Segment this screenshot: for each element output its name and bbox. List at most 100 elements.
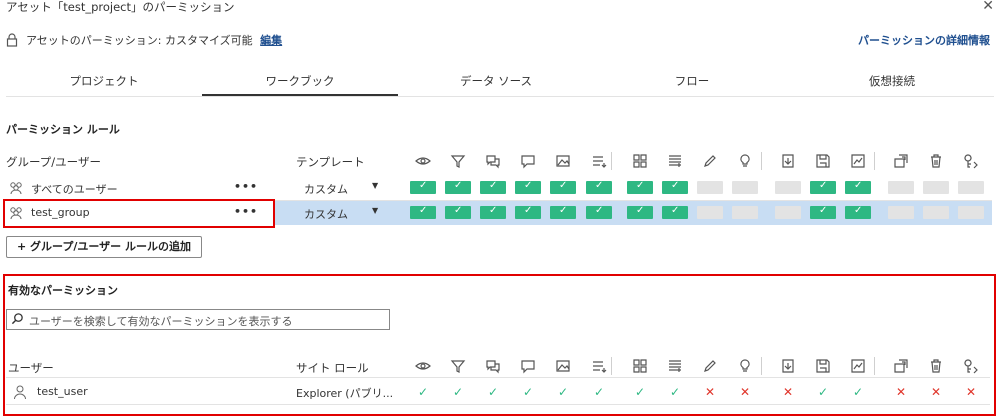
comments-icon [486,360,500,374]
view-icon [415,157,431,165]
column-separator [761,152,762,170]
more-icon[interactable]: ••• [234,180,258,193]
edit-link[interactable]: 編集 [260,34,282,47]
full-data-icon [633,154,647,168]
search-icon [11,313,23,325]
edit-pencil-icon [704,360,716,372]
check-icon: ✓ [487,385,499,399]
capability-unspecified-cell[interactable] [697,206,723,219]
rules-capability-header [0,152,1000,172]
set-permissions-icon [964,154,978,169]
capability-unspecified-cell[interactable] [958,206,984,219]
template-select-value[interactable]: カスタム [304,181,348,197]
capability-allowed-cell[interactable] [480,180,506,194]
capability-allowed-cell[interactable] [627,205,653,219]
capability-unspecified-cell[interactable] [775,206,801,219]
edit-pencil-icon [704,155,716,167]
capability-allowed-cell[interactable] [480,205,506,219]
cross-icon: ✕ [965,385,977,399]
cross-icon: ✕ [895,385,907,399]
check-icon: ✓ [452,385,464,399]
check-icon: ✓ [557,385,569,399]
tab-workbook[interactable]: ワークブック [202,62,398,96]
add-rule-button[interactable]: + グループ/ユーザー ルールの追加 [6,236,202,258]
capability-allowed-cell[interactable] [515,180,541,194]
template-select-value[interactable]: カスタム [304,206,348,222]
effective-site-role: Explorer (パブリ... [296,387,394,400]
delete-icon [931,359,941,373]
set-permissions-icon [964,359,978,374]
tab-project[interactable]: プロジェクト [6,62,202,94]
check-icon: ✓ [593,385,605,399]
save-icon [816,359,830,373]
capability-allowed-cell[interactable] [410,180,436,194]
save-icon [816,154,830,168]
tab-virtual-connection[interactable]: 仮想接続 [790,62,994,94]
permission-details-link[interactable]: パーミッションの詳細情報 [858,34,990,48]
capability-unspecified-cell[interactable] [697,181,723,194]
check-icon: ✓ [634,385,646,399]
user-icon [14,385,26,400]
capability-unspecified-cell[interactable] [923,181,949,194]
user-search-input[interactable]: ユーザーを検索して有効なパーミッションを表示する [6,309,390,330]
cross-icon: ✕ [704,385,716,399]
check-icon: ✓ [852,385,864,399]
capability-unspecified-cell[interactable] [775,181,801,194]
view-icon [415,362,431,370]
summary-data-icon [593,156,607,168]
chevron-down-icon[interactable]: ▼ [372,181,378,190]
explain-data-icon [740,359,750,372]
filter-icon [450,155,466,168]
full-data-icon [633,359,647,373]
delete-icon [931,154,941,168]
capability-unspecified-cell[interactable] [732,206,758,219]
dialog-title: アセット「test_project」のパーミッション [6,0,235,14]
column-separator [874,357,875,375]
permission-status-text: アセットのパーミッション: カスタマイズ可能 [26,34,253,47]
capability-allowed-cell[interactable] [515,205,541,219]
capability-unspecified-cell[interactable] [958,181,984,194]
download-icon [782,154,794,168]
column-separator [611,152,612,170]
effective-user-name: test_user [37,385,88,398]
capability-allowed-cell[interactable] [845,205,871,219]
capability-allowed-cell[interactable] [586,205,612,219]
capability-unspecified-cell[interactable] [888,181,914,194]
capability-allowed-cell[interactable] [550,180,576,194]
effective-capability-header [0,357,1000,377]
cross-icon: ✕ [930,385,942,399]
capability-allowed-cell[interactable] [662,180,688,194]
capability-allowed-cell[interactable] [810,205,836,219]
capability-allowed-cell[interactable] [845,180,871,194]
capability-unspecified-cell[interactable] [923,206,949,219]
capability-allowed-cell[interactable] [445,180,471,194]
filter-icon [450,360,466,373]
metrics-icon [851,359,865,373]
tab-datasource[interactable]: データ ソース [398,62,594,94]
rule-row-all-users[interactable]: すべてのユーザー ••• カスタム ▼ [4,176,992,200]
capability-allowed-cell[interactable] [586,180,612,194]
capability-allowed-cell[interactable] [410,205,436,219]
capability-allowed-cell[interactable] [627,180,653,194]
image-export-icon [556,155,570,167]
permission-status: アセットのパーミッション: カスタマイズ可能 編集 [26,34,282,48]
cross-icon: ✕ [782,385,794,399]
capability-allowed-cell[interactable] [662,205,688,219]
capability-allowed-cell[interactable] [550,205,576,219]
lock-icon [6,33,18,47]
move-icon [894,154,908,168]
capability-allowed-cell[interactable] [810,180,836,194]
chevron-down-icon[interactable]: ▼ [372,206,378,215]
close-icon[interactable]: ✕ [982,0,994,13]
capability-unspecified-cell[interactable] [888,206,914,219]
tab-flow[interactable]: フロー [594,62,790,94]
explain-data-icon [740,154,750,167]
capability-allowed-cell[interactable] [445,205,471,219]
capability-unspecified-cell[interactable] [732,181,758,194]
add-comment-icon [521,155,535,169]
download-icon [782,359,794,373]
effective-permissions-title: 有効なパーミッション [8,284,118,297]
image-export-icon [556,360,570,372]
add-comment-icon [521,360,535,374]
metrics-icon [851,154,865,168]
